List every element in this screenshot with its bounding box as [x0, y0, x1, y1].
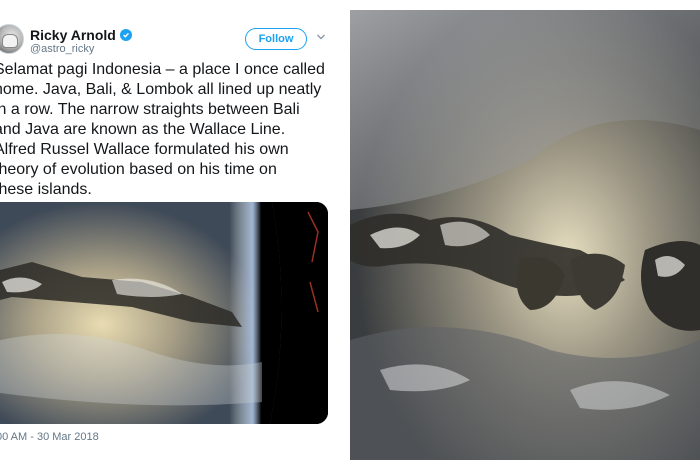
- tweet-photo[interactable]: [0, 202, 328, 424]
- tweet-text-line: these islands.: [0, 181, 92, 198]
- tweet-text-line: Alfred Russel Wallace formulated his own: [0, 141, 289, 158]
- author-display-name[interactable]: Ricky Arnold: [30, 27, 116, 43]
- satellite-island-image: [350, 10, 700, 460]
- islands-closeup-photo: [350, 10, 700, 460]
- verified-badge-icon: [119, 29, 132, 41]
- tweet-text: Selamat pagi Indonesia – a place I once …: [0, 60, 339, 200]
- author-name-row: Ricky Arnold: [30, 27, 132, 43]
- earth-from-space-photo: [0, 202, 328, 424]
- tweet-card: Ricky Arnold @astro_ricky Follow Selamat…: [0, 0, 340, 465]
- tweet-text-line: theory of evolution based on his time on: [0, 161, 277, 178]
- chevron-down-icon[interactable]: [316, 32, 326, 42]
- author-handle[interactable]: @astro_ricky: [30, 43, 94, 55]
- tweet-text-line: Selamat pagi Indonesia – a place I once …: [0, 61, 325, 78]
- tweet-text-line: home. Java, Bali, & Lombok all lined up …: [0, 81, 322, 98]
- tweet-timestamp[interactable]: 00 AM - 30 Mar 2018: [0, 431, 99, 443]
- avatar[interactable]: [0, 24, 24, 54]
- tweet-text-line: in a row. The narrow straights between B…: [0, 101, 300, 118]
- tweet-text-line: and Java are known as the Wallace Line.: [0, 121, 286, 138]
- follow-button[interactable]: Follow: [245, 28, 307, 50]
